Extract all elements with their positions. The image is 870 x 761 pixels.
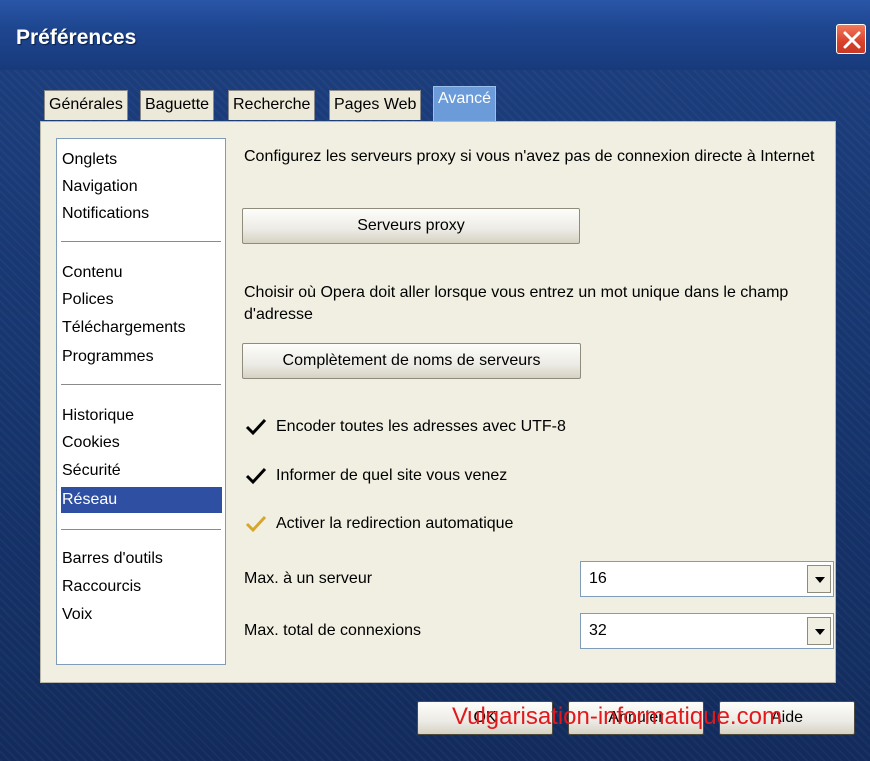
category-list[interactable]: Onglets Navigation Notifications Contenu…	[56, 138, 226, 665]
max-total-value: 32	[589, 622, 607, 639]
watermark: Vulgarisation-informatique.com	[452, 703, 782, 730]
proxy-servers-button[interactable]: Serveurs proxy	[242, 208, 580, 244]
sidebar-item-polices[interactable]: Polices	[61, 287, 222, 313]
checkmark-icon	[245, 467, 267, 485]
utf8-label: Encoder toutes les adresses avec UTF-8	[276, 418, 566, 435]
sidebar-item-programmes[interactable]: Programmes	[61, 344, 222, 370]
max-server-label: Max. à un serveur	[244, 570, 373, 587]
tab-pages-web[interactable]: Pages Web	[329, 90, 422, 120]
preferences-window: Préférences Générales Baguette Recherche…	[0, 0, 870, 761]
max-server-value: 16	[589, 570, 607, 587]
sidebar-item-reseau[interactable]: Réseau	[61, 487, 222, 513]
tab-baguette[interactable]: Baguette	[140, 90, 215, 120]
tab-avance[interactable]: Avancé	[433, 86, 497, 122]
sidebar-item-securite[interactable]: Sécurité	[61, 458, 222, 484]
sidebar-item-navigation[interactable]: Navigation	[61, 174, 222, 200]
dropdown-button[interactable]	[807, 617, 831, 645]
sidebar-item-barres-outils[interactable]: Barres d'outils	[61, 546, 222, 572]
sidebar-item-raccourcis[interactable]: Raccourcis	[61, 574, 222, 600]
sidebar-separator	[61, 529, 221, 531]
redirect-label: Activer la redirection automatique	[276, 515, 514, 532]
referrer-checkbox[interactable]	[244, 464, 268, 488]
sidebar-item-telechargements[interactable]: Téléchargements	[61, 315, 222, 341]
chevron-down-icon	[815, 629, 825, 635]
sidebar-item-cookies[interactable]: Cookies	[61, 430, 222, 456]
sidebar-item-historique[interactable]: Historique	[61, 403, 222, 429]
max-total-label: Max. total de connexions	[244, 622, 421, 639]
close-icon	[843, 31, 861, 49]
referrer-label: Informer de quel site vous venez	[276, 467, 508, 484]
window-title: Préférences	[16, 26, 137, 49]
sidebar-item-onglets[interactable]: Onglets	[61, 147, 222, 173]
sidebar-item-voix[interactable]: Voix	[61, 602, 222, 628]
dropdown-button[interactable]	[807, 565, 831, 593]
max-total-select[interactable]: 32	[580, 613, 834, 649]
redirect-checkbox[interactable]	[244, 512, 268, 536]
close-button[interactable]	[836, 24, 866, 54]
max-server-select[interactable]: 16	[580, 561, 834, 597]
title-bar[interactable]: Préférences	[0, 0, 870, 70]
chevron-down-icon	[815, 577, 825, 583]
sidebar-separator	[61, 384, 221, 386]
completion-description: Choisir où Opera doit aller lorsque vous…	[244, 284, 789, 323]
sidebar-item-notifications[interactable]: Notifications	[61, 201, 222, 227]
sidebar-separator	[61, 241, 221, 243]
proxy-description: Configurez les serveurs proxy si vous n'…	[244, 148, 815, 165]
checkmark-icon	[245, 418, 267, 436]
utf8-checkbox[interactable]	[244, 415, 268, 439]
checkmark-icon	[245, 515, 267, 533]
sidebar-item-contenu[interactable]: Contenu	[61, 260, 222, 286]
server-name-completion-button[interactable]: Complètement de noms de serveurs	[242, 343, 581, 379]
tab-recherche[interactable]: Recherche	[228, 90, 316, 120]
tab-generales[interactable]: Générales	[44, 90, 128, 120]
